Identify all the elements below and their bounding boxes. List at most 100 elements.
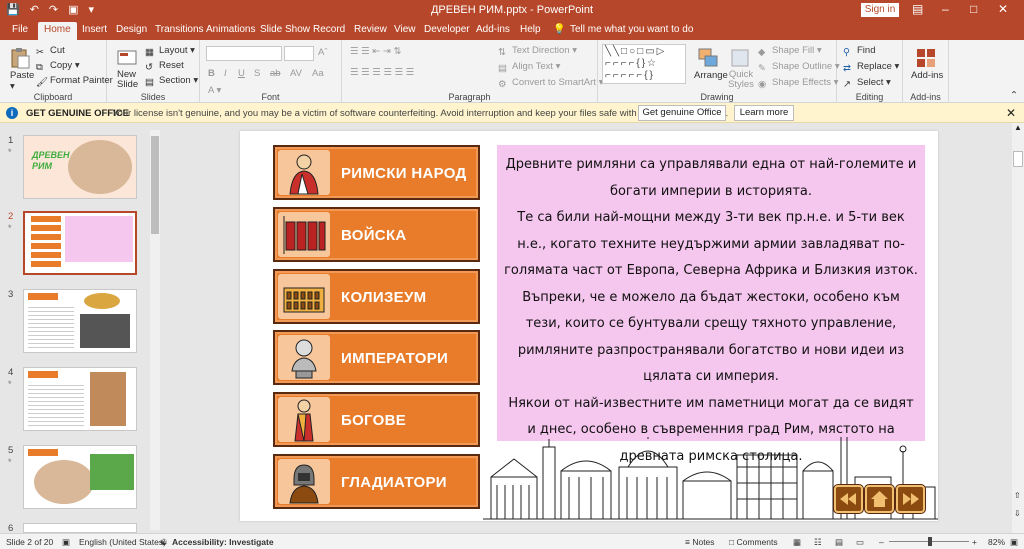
slide-thumbnail-1[interactable]: ДРЕВЕН РИМ — [23, 135, 137, 199]
bold-button[interactable]: B — [208, 68, 215, 79]
collapse-ribbon-icon[interactable]: ⌃ — [1010, 90, 1018, 101]
font-size-field[interactable] — [284, 46, 314, 61]
notes-button[interactable]: ≡ Notes — [685, 537, 715, 547]
arrange-icon[interactable] — [696, 46, 720, 70]
tab-view[interactable]: View — [394, 24, 416, 35]
scrollbar-thumb[interactable] — [1013, 151, 1023, 167]
add-ins-icon[interactable] — [914, 46, 938, 70]
align-icons[interactable]: ☰ ☰ ☰ ☰ ☰ ☰ — [350, 67, 414, 78]
reading-view-icon[interactable]: ▤ — [835, 537, 843, 548]
tab-insert[interactable]: Insert — [82, 24, 107, 35]
zoom-slider-thumb[interactable] — [928, 537, 932, 546]
sign-in-button[interactable]: Sign in — [861, 3, 899, 17]
close-message-icon[interactable]: ✕ — [1006, 106, 1016, 120]
quick-styles-button[interactable]: Quick Styles — [728, 70, 754, 90]
home-button[interactable] — [865, 485, 894, 513]
slideshow-view-icon[interactable]: ▭ — [856, 537, 864, 548]
next-slide-icon[interactable]: ⇩ — [1014, 509, 1021, 518]
shape-outline-button[interactable]: ✎ Shape Outline ▾ — [758, 61, 840, 74]
menu-button-army[interactable]: ВОЙСКА — [273, 207, 480, 262]
select-button[interactable]: ↗ Select ▾ — [843, 77, 891, 90]
zoom-out-icon[interactable]: – — [879, 537, 884, 547]
slide-thumbnail-2[interactable] — [23, 211, 137, 275]
shadow-button[interactable]: S — [254, 68, 260, 79]
copy-button[interactable]: ⧉ Copy ▾ — [36, 60, 80, 73]
arrange-button[interactable]: Arrange — [694, 70, 728, 81]
shapes-gallery[interactable]: ╲╲□○□▭▷ ⌐⌐⌐⌐{}☆ ⌐⌐⌐⌐⌐{} — [602, 44, 686, 84]
zoom-in-icon[interactable]: + — [972, 537, 977, 547]
tab-record[interactable]: Record — [313, 24, 345, 35]
spacing-button[interactable]: AV — [290, 68, 302, 79]
new-slide-button[interactable]: New Slide — [117, 70, 141, 90]
slide-sorter-icon[interactable]: ☷ — [814, 537, 822, 548]
tab-animations[interactable]: Animations — [206, 24, 255, 35]
strikethrough-button[interactable]: ab — [270, 68, 281, 79]
tab-add-ins[interactable]: Add-ins — [476, 24, 510, 35]
tab-home[interactable]: Home — [38, 22, 77, 40]
slide-thumbnail-6[interactable] — [23, 523, 137, 533]
cut-button[interactable]: ✂ Cut — [36, 45, 65, 58]
spelling-icon[interactable]: ▣ — [62, 537, 70, 548]
get-genuine-button[interactable]: Get genuine Office — [638, 105, 726, 121]
next-slide-button[interactable] — [896, 485, 925, 513]
minimize-icon[interactable]: – — [942, 2, 949, 16]
shape-fill-button[interactable]: ◆ Shape Fill ▾ — [758, 45, 822, 58]
bullets-icon[interactable]: ☰ ☰ ⇤ ⇥ ⇅ — [350, 46, 401, 57]
slide-thumbnail-3[interactable] — [23, 289, 137, 353]
scrollbar-thumb[interactable] — [151, 136, 159, 234]
text-direction-button[interactable]: ⇅ Text Direction ▾ — [498, 45, 577, 58]
shape-effects-button[interactable]: ◉ Shape Effects ▾ — [758, 77, 838, 90]
paste-button[interactable]: Paste — [10, 70, 34, 81]
reset-button[interactable]: ↺ Reset — [145, 60, 184, 73]
find-button[interactable]: ⚲ Find — [843, 45, 875, 58]
text-box[interactable]: Древните римляни са управлявали една от … — [497, 145, 925, 464]
slide-thumbnail-4[interactable] — [23, 367, 137, 431]
align-text-button[interactable]: ▤ Align Text ▾ — [498, 61, 560, 74]
menu-button-gods[interactable]: БОГОВЕ — [273, 392, 480, 447]
tab-file[interactable]: File — [12, 24, 28, 35]
paste-icon[interactable] — [8, 46, 32, 70]
zoom-level[interactable]: 82% — [988, 537, 1005, 547]
close-icon[interactable]: ✕ — [998, 2, 1008, 16]
quick-styles-icon[interactable] — [728, 46, 752, 70]
new-slide-icon[interactable] — [115, 46, 139, 70]
font-name-field[interactable] — [206, 46, 282, 61]
menu-button-colosseum[interactable]: КОЛИЗЕУМ — [273, 269, 480, 324]
slide-thumbnail-5[interactable] — [23, 445, 137, 509]
align-text-icon: ▤ — [498, 63, 507, 74]
increase-font-icon[interactable]: Aˆ — [318, 47, 328, 58]
add-ins-button[interactable]: Add-ins — [911, 70, 943, 81]
learn-more-button[interactable]: Learn more — [734, 105, 794, 121]
paste-dropdown-icon[interactable]: ▾ — [10, 81, 15, 92]
underline-button[interactable]: U — [238, 68, 245, 79]
replace-button[interactable]: ⇄ Replace ▾ — [843, 61, 899, 74]
menu-button-gladiators[interactable]: ГЛАДИАТОРИ — [273, 454, 480, 509]
maximize-icon[interactable]: □ — [970, 2, 977, 16]
scroll-up-icon[interactable]: ▲ — [1014, 123, 1022, 132]
ribbon-display-icon[interactable]: ▤ — [912, 2, 923, 16]
slide-scrollbar[interactable]: ▲ ⇧ ⇩ — [1012, 123, 1024, 533]
menu-button-emperors[interactable]: ИМПЕРАТОРИ — [273, 330, 480, 385]
convert-smartart-button[interactable]: ⚙ Convert to SmartArt ▾ — [498, 77, 603, 90]
tab-transitions[interactable]: Transitions — [155, 24, 204, 35]
tab-slide-show[interactable]: Slide Show — [260, 24, 310, 35]
tab-design[interactable]: Design — [116, 24, 147, 35]
layout-button[interactable]: ▦ Layout ▾ — [145, 45, 195, 58]
normal-view-icon[interactable]: ▦ — [793, 537, 801, 548]
menu-button-roman-people[interactable]: РИМСКИ НАРОД — [273, 145, 480, 200]
previous-slide-icon[interactable]: ⇧ — [1014, 491, 1021, 500]
format-painter-button[interactable]: 🖌 Format Painter — [36, 75, 113, 88]
thumbnails-scrollbar[interactable] — [150, 130, 160, 530]
tab-review[interactable]: Review — [354, 24, 387, 35]
tab-help[interactable]: Help — [520, 24, 541, 35]
change-case-button[interactable]: Aa — [312, 68, 324, 79]
language-status[interactable]: English (United States) — [79, 537, 166, 547]
section-button[interactable]: ▤ Section ▾ — [145, 75, 198, 88]
tell-me-search[interactable]: Tell me what you want to do — [570, 24, 693, 35]
tab-developer[interactable]: Developer — [424, 24, 470, 35]
italic-button[interactable]: I — [224, 68, 227, 79]
fit-slide-icon[interactable]: ▣ — [1010, 537, 1018, 548]
comments-button[interactable]: □ Comments — [729, 537, 778, 547]
previous-slide-button[interactable] — [834, 485, 863, 513]
accessibility-status[interactable]: Accessibility: Investigate — [172, 537, 274, 547]
